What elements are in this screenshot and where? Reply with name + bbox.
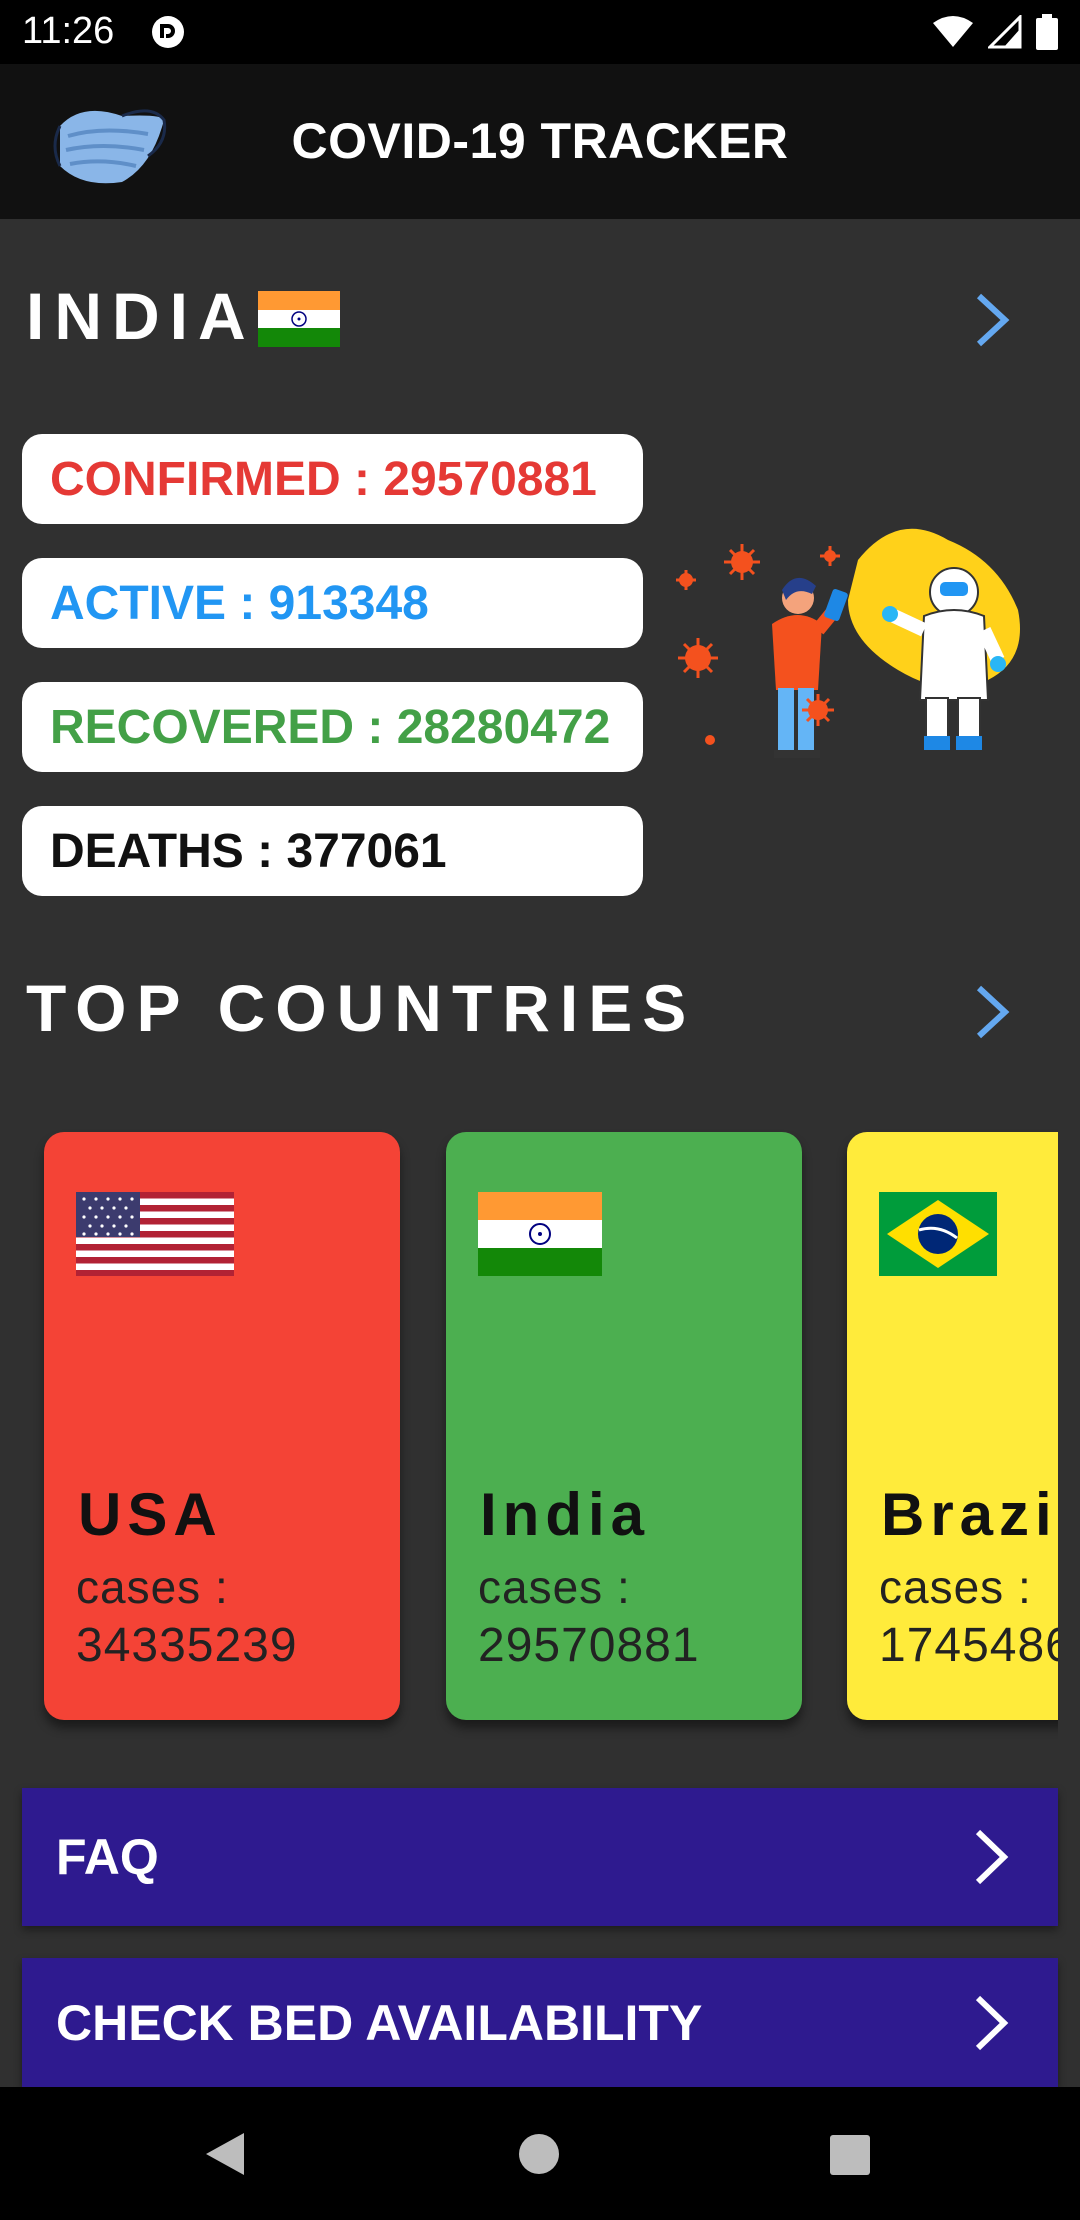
cases-value: 34335239 (76, 1619, 298, 1672)
app-notification-icon (152, 16, 184, 48)
cases-label: cases : (879, 1561, 1032, 1613)
india-heading: INDIA (26, 279, 256, 353)
country-name: USA (78, 1481, 223, 1548)
back-icon[interactable] (204, 2131, 246, 2177)
system-navigation-bar (0, 2087, 1080, 2220)
country-name: Brazil (881, 1481, 1058, 1548)
country-card-india[interactable]: India cases : 29570881 (446, 1132, 802, 1720)
country-card-brazil[interactable]: Brazil cases : 17454861 (847, 1132, 1058, 1720)
chevron-right-icon (975, 1829, 1009, 1885)
country-card-usa[interactable]: USA cases : 34335239 (44, 1132, 400, 1720)
active-stat: ACTIVE : 913348 (22, 558, 643, 648)
top-countries-heading: TOP COUNTRIES (26, 971, 697, 1045)
virus-doctor-illustration (676, 528, 1020, 758)
home-icon[interactable] (518, 2133, 560, 2175)
country-name: India (480, 1481, 651, 1548)
faq-label: FAQ (56, 1829, 159, 1885)
chevron-right-icon (975, 1995, 1009, 2051)
recovered-stat: RECOVERED : 28280472 (22, 682, 643, 772)
faq-button[interactable]: FAQ (22, 1788, 1058, 1926)
status-time: 11:26 (22, 10, 115, 52)
top-countries-chevron-icon[interactable] (971, 982, 1015, 1042)
india-flag-icon (478, 1192, 602, 1276)
deaths-stat: DEATHS : 377061 (22, 806, 643, 896)
cases-label: cases : (478, 1561, 631, 1613)
signal-icon (988, 15, 1022, 49)
cases-value: 29570881 (478, 1619, 700, 1672)
recents-icon[interactable] (830, 2135, 870, 2175)
status-bar: 11:26 (0, 0, 1080, 64)
usa-flag-icon (76, 1192, 234, 1276)
app-bar: COVID-19 TRACKER (0, 64, 1080, 219)
status-icons (932, 14, 1058, 50)
top-countries-carousel[interactable]: USA cases : 34335239 India cases : 29570… (0, 1120, 1058, 1740)
cases-value: 17454861 (879, 1619, 1058, 1672)
wifi-icon (933, 16, 973, 47)
cases-label: cases : (76, 1561, 229, 1613)
check-bed-availability-button[interactable]: CHECK BED AVAILABILITY (22, 1958, 1058, 2087)
check-bed-availability-label: CHECK BED AVAILABILITY (56, 1994, 703, 2051)
brazil-flag-icon (879, 1192, 997, 1276)
confirmed-stat: CONFIRMED : 29570881 (22, 434, 643, 524)
app-title: COVID-19 TRACKER (291, 113, 789, 169)
india-flag-icon (258, 291, 340, 347)
india-details-chevron-icon[interactable] (971, 290, 1015, 350)
battery-icon (1036, 14, 1058, 50)
